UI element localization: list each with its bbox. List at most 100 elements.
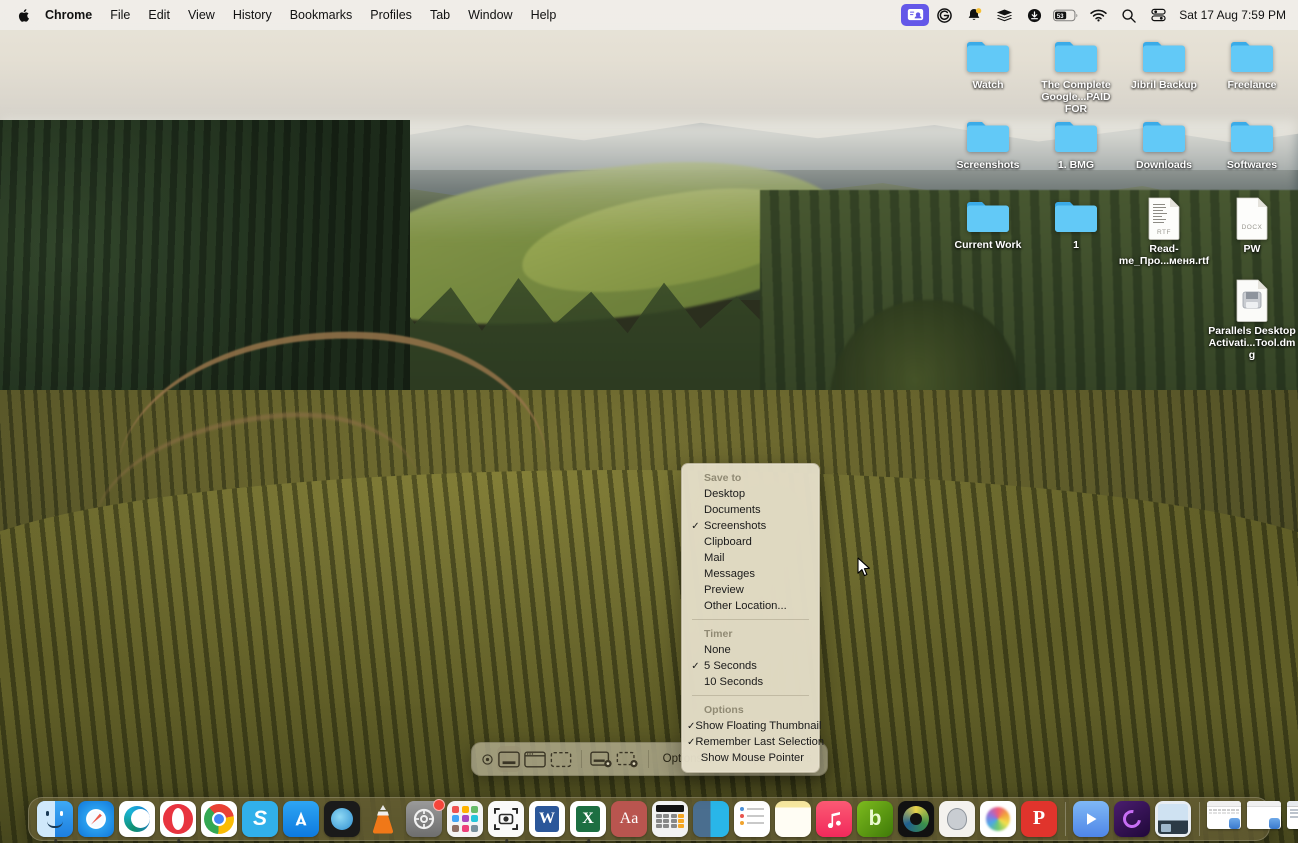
menu-bookmarks[interactable]: Bookmarks xyxy=(281,5,362,25)
menu-window[interactable]: Window xyxy=(459,5,521,25)
ctx-section-header-timer: Timer xyxy=(704,628,733,640)
desktop-icon-watch[interactable]: Watch xyxy=(940,38,1036,91)
dock-item-vlc[interactable] xyxy=(365,801,402,838)
ctx-item-show-mouse-pointer[interactable]: Show Mouse Pointer xyxy=(687,750,814,766)
desktop-icon-1-bmg[interactable]: 1. BMG xyxy=(1028,118,1124,171)
ctx-item-desktop[interactable]: Desktop xyxy=(687,486,814,502)
desktop-screen: Chrome File Edit View History Bookmarks … xyxy=(0,0,1298,843)
check-icon: ✓ xyxy=(687,720,696,732)
dock-item-bandicam[interactable]: b xyxy=(857,800,894,838)
menu-history[interactable]: History xyxy=(224,5,281,25)
ctx-item-timer-5-seconds[interactable]: ✓ 5 Seconds xyxy=(687,658,814,674)
close-dot-icon[interactable] xyxy=(480,753,496,765)
screen-sharing-icon[interactable] xyxy=(901,4,930,26)
download-arrow-icon[interactable] xyxy=(1019,4,1049,26)
ctx-item-timer-none[interactable]: None xyxy=(687,642,814,658)
apple-logo-icon[interactable] xyxy=(10,8,36,23)
desktop-icon-softwares[interactable]: Softwares xyxy=(1204,118,1298,171)
ctx-item-label: 5 Seconds xyxy=(704,660,757,672)
menu-bar-clock[interactable]: Sat 17 Aug 7:59 PM xyxy=(1173,8,1290,22)
dock-minimized-blank[interactable] xyxy=(1247,800,1283,838)
dock-minimized-document[interactable] xyxy=(1287,800,1298,838)
desktop-icon-readme-rtf[interactable]: RTF Read-me_Про...меня.rtf xyxy=(1116,196,1212,267)
dock-item-edge[interactable] xyxy=(119,800,156,838)
dock-item-launchpad[interactable] xyxy=(447,800,484,838)
folder-icon xyxy=(1229,38,1275,76)
desktop-icon-the-complete-google[interactable]: The Complete Google...PAID FOR xyxy=(1028,38,1124,115)
dock-item-skype[interactable]: S xyxy=(242,800,279,838)
dock-item-quicktime[interactable] xyxy=(1073,800,1110,838)
dock-item-photo-booth[interactable] xyxy=(939,800,976,838)
dock-item-books[interactable] xyxy=(693,800,730,838)
dock-item-purple-moon[interactable] xyxy=(1114,800,1151,838)
dock-item-setapp[interactable] xyxy=(324,800,361,838)
dock-item-chrome[interactable] xyxy=(201,800,238,838)
folder-icon xyxy=(1141,38,1187,76)
spotlight-search-icon[interactable] xyxy=(1113,4,1143,26)
desktop-icon-freelance[interactable]: Freelance xyxy=(1204,38,1298,91)
running-indicator xyxy=(504,839,509,843)
desktop-icon-parallels-dmg[interactable]: Parallels Desktop Activati...Tool.dmg xyxy=(1204,278,1298,361)
dock-item-app-store[interactable] xyxy=(283,800,320,838)
dock-item-calculator[interactable] xyxy=(652,800,689,838)
ctx-section-header-save-to: Save to xyxy=(704,472,742,484)
desktop-icon-current-work[interactable]: Current Work xyxy=(940,198,1036,251)
finder-icon xyxy=(37,800,73,837)
ctx-item-preview[interactable]: Preview xyxy=(687,582,814,598)
dock-item-word[interactable]: W xyxy=(529,800,566,838)
dock-item-dictionary[interactable]: Aa xyxy=(611,800,648,838)
wifi-icon[interactable] xyxy=(1083,4,1113,26)
control-center-icon[interactable] xyxy=(1143,4,1173,26)
record-entire-screen-icon[interactable] xyxy=(590,746,614,772)
dock-item-finder[interactable] xyxy=(37,800,74,843)
ctx-item-other-location[interactable]: Other Location... xyxy=(687,598,814,614)
record-selected-portion-icon[interactable] xyxy=(616,746,640,772)
ctx-item-documents[interactable]: Documents xyxy=(687,502,814,518)
capture-entire-screen-icon[interactable] xyxy=(496,746,521,772)
ctx-item-label: Show Mouse Pointer xyxy=(700,752,804,764)
menu-bar: Chrome File Edit View History Bookmarks … xyxy=(0,0,1298,30)
dock-minimized-spreadsheet[interactable] xyxy=(1207,800,1243,838)
capture-selected-portion-icon[interactable] xyxy=(549,746,573,772)
ctx-item-clipboard[interactable]: Clipboard xyxy=(687,534,814,550)
ctx-item-remember-last-selection[interactable]: ✓ Remember Last Selection xyxy=(687,734,824,750)
menu-profiles[interactable]: Profiles xyxy=(361,5,421,25)
grammarly-icon[interactable] xyxy=(929,4,959,26)
dock-divider xyxy=(1199,802,1200,836)
menu-chrome[interactable]: Chrome xyxy=(36,5,101,25)
stack-layers-icon[interactable] xyxy=(989,4,1019,26)
menu-edit[interactable]: Edit xyxy=(139,5,179,25)
ctx-item-messages[interactable]: Messages xyxy=(687,566,814,582)
dock-item-preview-app[interactable] xyxy=(1155,800,1192,838)
menu-help[interactable]: Help xyxy=(522,5,566,25)
battery-icon[interactable]: 53 xyxy=(1049,4,1083,26)
dock-item-music[interactable] xyxy=(816,800,853,838)
dock-item-safari[interactable] xyxy=(78,800,115,838)
dock-item-photos[interactable] xyxy=(980,800,1017,838)
menu-file[interactable]: File xyxy=(101,5,139,25)
dock-item-screenshot-app[interactable] xyxy=(488,800,525,843)
ctx-item-screenshots[interactable]: ✓ Screenshots xyxy=(687,518,814,534)
desktop-icon-downloads[interactable]: Downloads xyxy=(1116,118,1212,171)
ctx-item-timer-10-seconds[interactable]: 10 Seconds xyxy=(687,674,814,690)
ctx-item-show-floating-thumbnail[interactable]: ✓ Show Floating Thumbnail xyxy=(687,718,821,734)
dock-item-system-settings[interactable] xyxy=(406,798,445,838)
desktop-icon-screenshots[interactable]: Screenshots xyxy=(940,118,1036,171)
desktop-icon-label: 1 xyxy=(1073,239,1079,251)
menu-tab[interactable]: Tab xyxy=(421,5,459,25)
dock-item-excel[interactable]: X xyxy=(570,800,607,843)
vlc-icon xyxy=(365,801,401,837)
dock-item-reminders[interactable] xyxy=(734,800,771,838)
desktop-icon-jibril-backup[interactable]: Jibril Backup xyxy=(1116,38,1212,91)
capture-selected-window-icon[interactable] xyxy=(523,746,547,772)
menu-view[interactable]: View xyxy=(179,5,224,25)
dock-item-notes[interactable] xyxy=(775,800,812,838)
desktop-icon-pw-docx[interactable]: DOCX PW xyxy=(1204,196,1298,255)
dock-item-opera[interactable] xyxy=(160,800,197,843)
ctx-item-mail[interactable]: Mail xyxy=(687,550,814,566)
notification-bell-icon[interactable] xyxy=(959,4,989,26)
safari-icon xyxy=(78,800,114,837)
desktop-icon-1[interactable]: 1 xyxy=(1028,198,1124,251)
dock-item-pinterest[interactable]: P xyxy=(1021,800,1058,838)
dock-item-cleaner[interactable] xyxy=(898,800,935,838)
